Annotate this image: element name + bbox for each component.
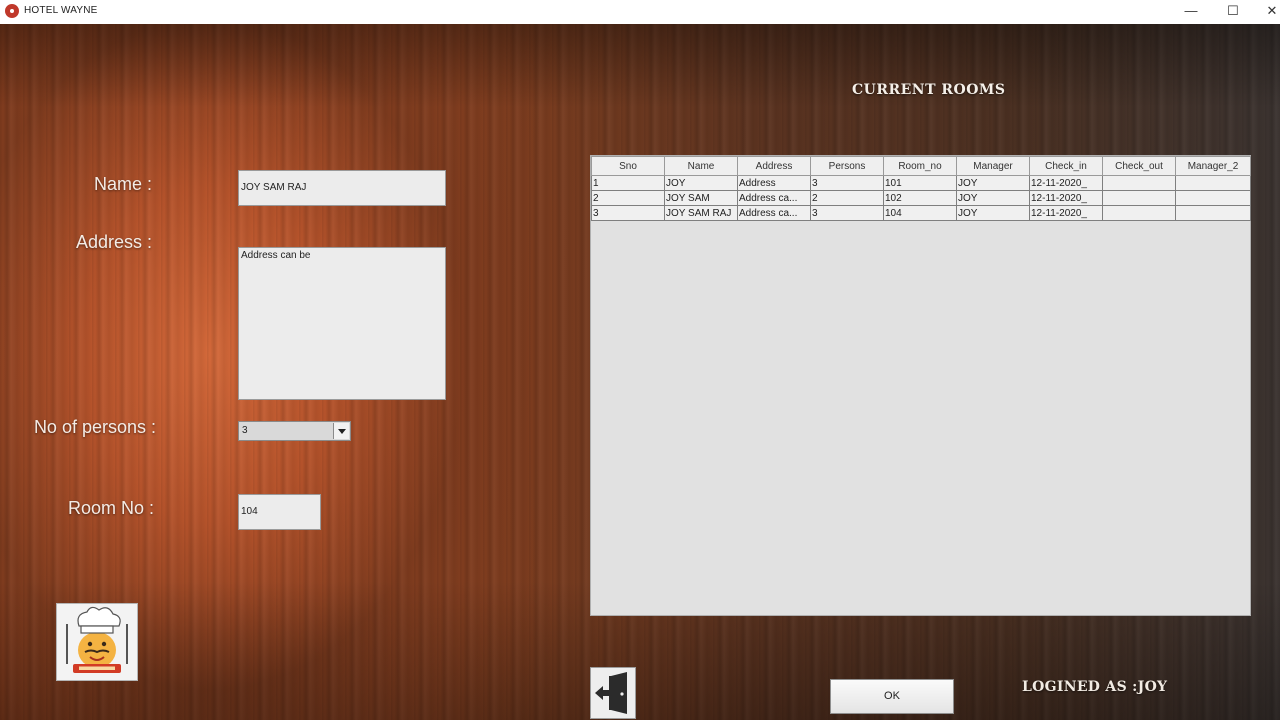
- table-cell[interactable]: JOY SAM: [664, 190, 738, 206]
- table-cell[interactable]: 12-11-2020_: [1029, 205, 1103, 221]
- room-label: Room No :: [67, 498, 154, 518]
- table-cell[interactable]: 101: [883, 175, 957, 191]
- persons-select-value: 3: [242, 425, 248, 436]
- table-cell[interactable]: 12-11-2020_: [1029, 175, 1103, 191]
- minimize-button[interactable]: —: [1169, 0, 1213, 24]
- login-status: LOGINED AS :JOY: [1022, 679, 1168, 695]
- chef-logo-icon: [56, 603, 138, 681]
- column-header[interactable]: Room_no: [883, 156, 957, 176]
- column-header[interactable]: Manager: [956, 156, 1030, 176]
- current-rooms-title: CURRENT ROOMS: [852, 82, 1006, 98]
- table-cell[interactable]: 3: [810, 175, 884, 191]
- table-cell[interactable]: 2: [810, 190, 884, 206]
- table-cell[interactable]: [1175, 190, 1251, 206]
- table-cell[interactable]: [1102, 205, 1176, 221]
- rooms-table-container[interactable]: Sno Name Address Persons Room_no Manager…: [590, 155, 1251, 616]
- table-row[interactable]: 2 JOY SAM Address ca... 2 102 JOY 12-11-…: [591, 190, 1251, 206]
- address-field[interactable]: Address can be: [238, 247, 446, 400]
- table-cell[interactable]: [1175, 175, 1251, 191]
- logout-button[interactable]: [590, 667, 636, 719]
- table-header-row: Sno Name Address Persons Room_no Manager…: [591, 156, 1251, 176]
- table-cell[interactable]: JOY: [956, 175, 1030, 191]
- table-cell[interactable]: Address ca...: [737, 190, 811, 206]
- rooms-table: Sno Name Address Persons Room_no Manager…: [591, 156, 1251, 221]
- chevron-down-icon[interactable]: [333, 423, 349, 439]
- column-header[interactable]: Address: [737, 156, 811, 176]
- table-cell[interactable]: Address ca...: [737, 205, 811, 221]
- column-header[interactable]: Check_out: [1102, 156, 1176, 176]
- table-cell[interactable]: Address: [737, 175, 811, 191]
- table-row[interactable]: 1 JOY Address 3 101 JOY 12-11-2020_: [591, 175, 1251, 191]
- title-bar: HOTEL WAYNE — ☐ ✕: [0, 0, 1280, 25]
- column-header[interactable]: Name: [664, 156, 738, 176]
- table-cell[interactable]: 3: [810, 205, 884, 221]
- table-cell[interactable]: [1175, 205, 1251, 221]
- close-button[interactable]: ✕: [1250, 0, 1280, 24]
- maximize-button[interactable]: ☐: [1211, 0, 1255, 24]
- table-cell[interactable]: JOY: [956, 190, 1030, 206]
- exit-door-icon: [595, 672, 627, 714]
- table-cell[interactable]: 104: [883, 205, 957, 221]
- table-cell[interactable]: [1102, 175, 1176, 191]
- table-cell[interactable]: 3: [591, 205, 665, 221]
- window-title: HOTEL WAYNE: [24, 5, 98, 16]
- table-cell[interactable]: JOY SAM RAJ: [664, 205, 738, 221]
- column-header[interactable]: Sno: [591, 156, 665, 176]
- column-header[interactable]: Manager_2: [1175, 156, 1251, 176]
- table-cell[interactable]: [1102, 190, 1176, 206]
- table-cell[interactable]: JOY: [664, 175, 738, 191]
- table-cell[interactable]: 1: [591, 175, 665, 191]
- table-cell[interactable]: 2: [591, 190, 665, 206]
- address-label: Address :: [75, 232, 152, 252]
- persons-select[interactable]: 3: [238, 421, 351, 441]
- app-logo-icon: [5, 4, 19, 18]
- persons-label: No of persons :: [33, 417, 156, 437]
- column-header[interactable]: Check_in: [1029, 156, 1103, 176]
- table-row[interactable]: 3 JOY SAM RAJ Address ca... 3 104 JOY 12…: [591, 205, 1251, 221]
- table-cell[interactable]: JOY: [956, 205, 1030, 221]
- name-field[interactable]: JOY SAM RAJ: [238, 170, 446, 206]
- table-cell[interactable]: 102: [883, 190, 957, 206]
- ok-button[interactable]: OK: [830, 679, 954, 714]
- column-header[interactable]: Persons: [810, 156, 884, 176]
- table-cell[interactable]: 12-11-2020_: [1029, 190, 1103, 206]
- name-label: Name :: [93, 174, 152, 194]
- room-number-field[interactable]: 104: [238, 494, 321, 530]
